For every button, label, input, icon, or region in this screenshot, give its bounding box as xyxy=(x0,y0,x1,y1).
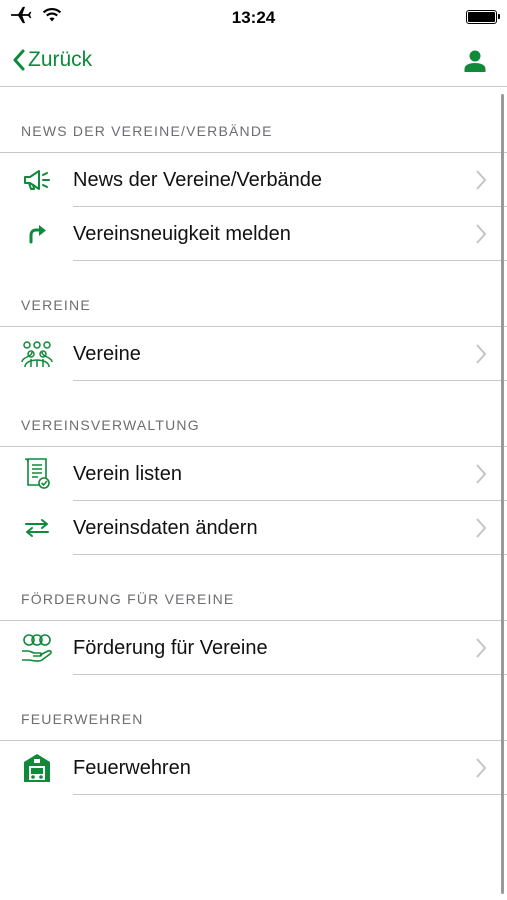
list-item-label: Förderung für Vereine xyxy=(73,636,268,659)
chevron-right-icon xyxy=(476,344,487,364)
section-header-news: NEWS DER VEREINE/VERBÄNDE xyxy=(0,87,507,153)
list-item-label: Vereinsdaten ändern xyxy=(73,516,258,539)
scrollbar[interactable] xyxy=(501,94,504,894)
list-item-vereinsdaten-aendern[interactable]: Vereinsdaten ändern xyxy=(0,501,507,555)
status-time: 13:24 xyxy=(231,8,276,27)
row-divider xyxy=(73,260,507,261)
chevron-right-icon xyxy=(476,224,487,244)
list-item-vereine[interactable]: Vereine xyxy=(0,327,507,381)
section-header-feuerwehren: FEUERWEHREN xyxy=(0,675,507,741)
chevron-right-icon xyxy=(476,638,487,658)
money-hand-icon xyxy=(19,630,55,666)
list-item-label: Feuerwehren xyxy=(73,756,191,779)
list-item-news[interactable]: News der Vereine/Verbände xyxy=(0,153,507,207)
user-profile-button[interactable] xyxy=(463,49,487,78)
chevron-right-icon xyxy=(476,464,487,484)
swap-arrows-icon xyxy=(19,510,55,546)
list-item-label: Vereinsneuigkeit melden xyxy=(73,222,291,245)
megaphone-icon xyxy=(19,162,55,198)
list-item-label: News der Vereine/Verbände xyxy=(73,168,323,191)
section-header-vereine: VEREINE xyxy=(0,261,507,327)
row-divider xyxy=(73,674,507,675)
status-bar: 13:24 xyxy=(0,0,507,34)
document-list-icon xyxy=(19,456,55,492)
chevron-left-icon xyxy=(13,49,25,71)
list-item-feuerwehren[interactable]: Feuerwehren xyxy=(0,741,507,795)
list-item-label: Vereine xyxy=(73,342,141,365)
forward-arrow-icon xyxy=(19,216,55,252)
menu-list: NEWS DER VEREINE/VERBÄNDE News der Verei… xyxy=(0,87,507,900)
navigation-bar: Zurück xyxy=(0,34,507,87)
list-item-foerderung[interactable]: Förderung für Vereine xyxy=(0,621,507,675)
battery-icon xyxy=(466,10,500,24)
row-divider xyxy=(73,794,507,795)
list-item-verein-listen[interactable]: Verein listen xyxy=(0,447,507,501)
back-button-label: Zurück xyxy=(28,48,93,71)
back-button[interactable]: Zurück xyxy=(12,48,92,72)
user-icon xyxy=(464,50,486,72)
chevron-right-icon xyxy=(476,758,487,778)
row-divider xyxy=(73,554,507,555)
row-divider xyxy=(73,380,507,381)
section-header-foerderung: FÖRDERUNG FÜR VEREINE xyxy=(0,555,507,621)
section-header-vereinsverwaltung: VEREINSVERWALTUNG xyxy=(0,381,507,447)
list-item-report-news[interactable]: Vereinsneuigkeit melden xyxy=(0,207,507,261)
list-item-label: Verein listen xyxy=(73,462,182,485)
fire-station-icon xyxy=(19,750,55,786)
chevron-right-icon xyxy=(476,518,487,538)
group-people-icon xyxy=(19,336,55,372)
chevron-right-icon xyxy=(476,170,487,190)
